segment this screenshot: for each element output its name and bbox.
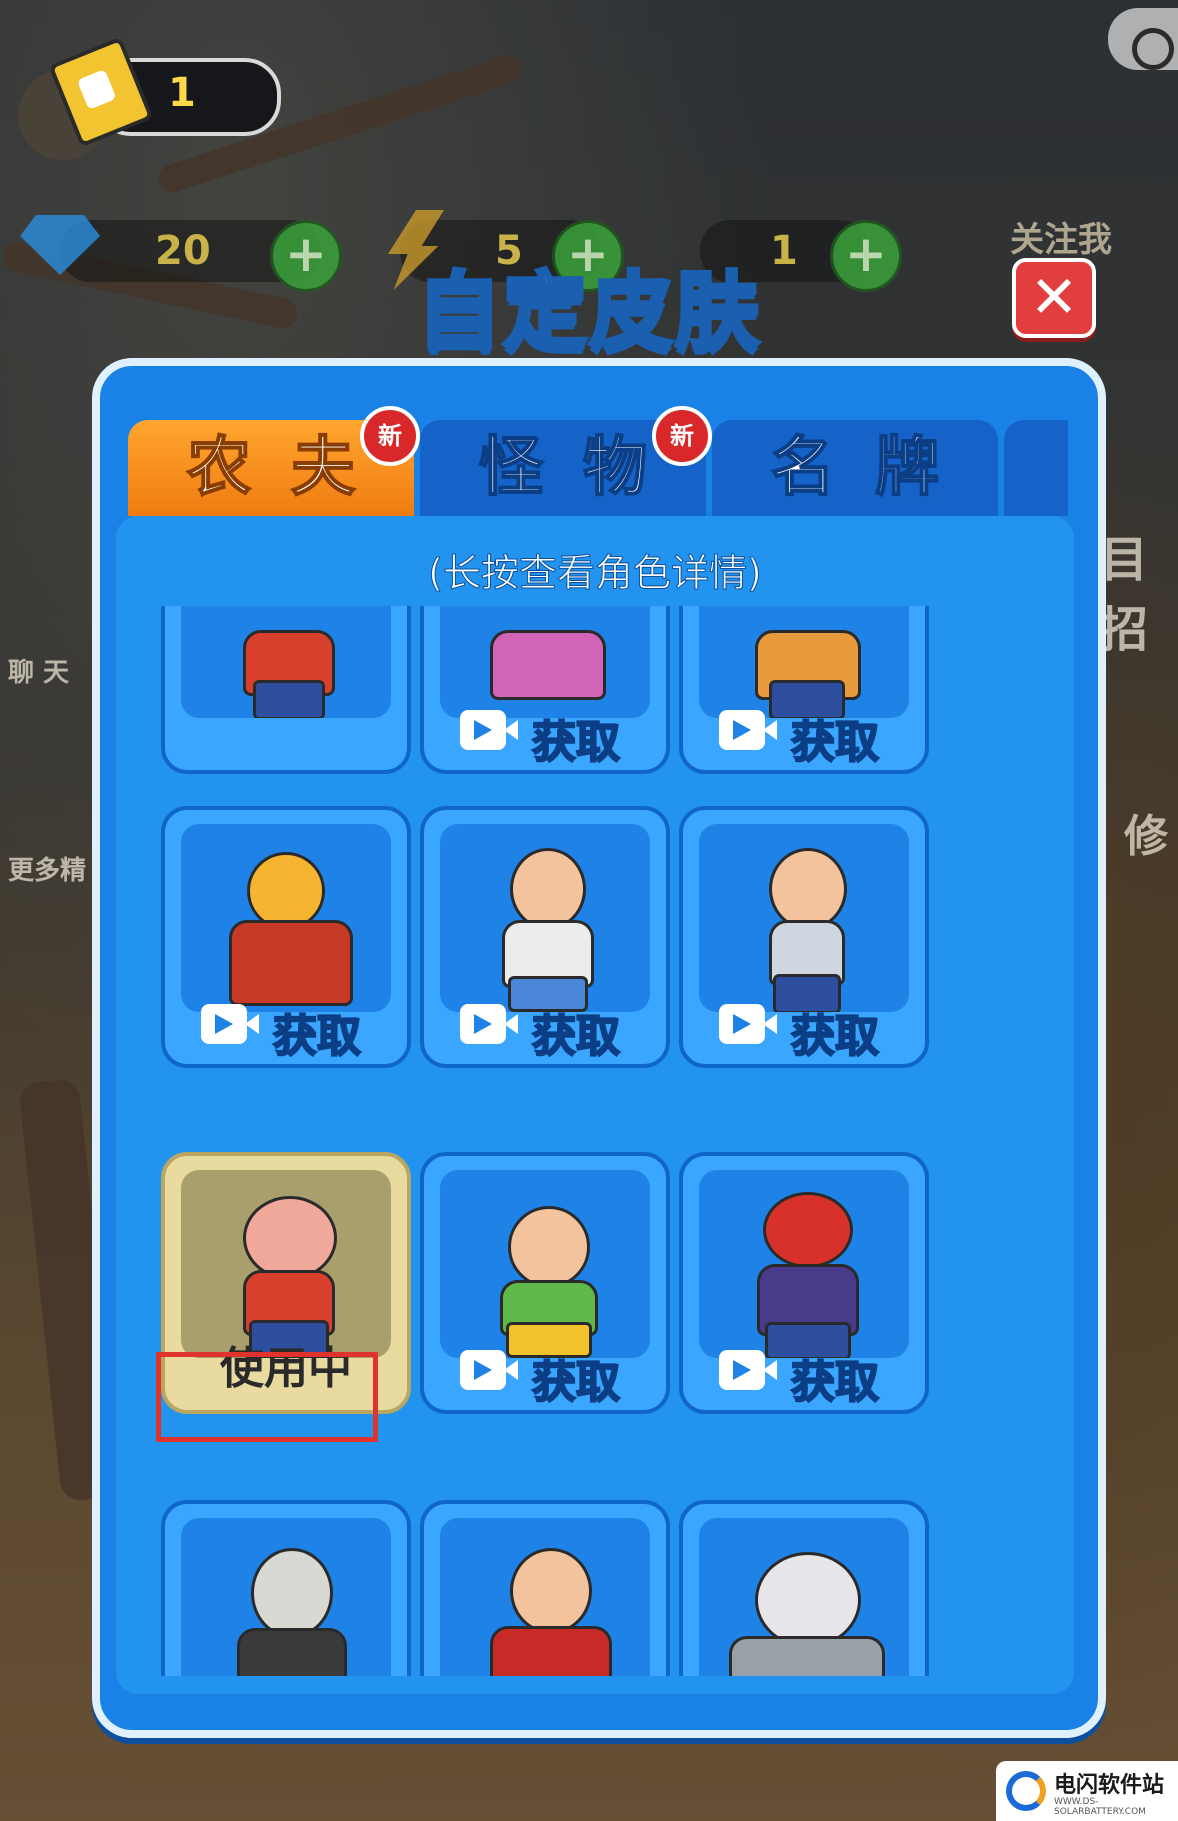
skin-card[interactable]: 获取 xyxy=(420,1152,670,1414)
skin-preview xyxy=(440,1518,650,1676)
skin-card[interactable]: 获取 xyxy=(679,806,929,1068)
close-button[interactable]: ✕ xyxy=(1012,258,1096,338)
video-icon xyxy=(460,710,518,750)
side-menu-label[interactable]: 招 xyxy=(1100,590,1148,660)
skin-preview xyxy=(181,824,391,1012)
ticket-count: 1 xyxy=(168,70,196,116)
skin-preview xyxy=(699,1518,909,1676)
video-icon xyxy=(201,1004,259,1044)
skin-card[interactable] xyxy=(161,1500,411,1676)
new-badge: 新 xyxy=(652,406,712,466)
video-icon xyxy=(719,1004,777,1044)
skin-preview xyxy=(699,824,909,1012)
video-icon xyxy=(460,1004,518,1044)
skin-preview xyxy=(440,824,650,1012)
site-logo-icon xyxy=(1006,1771,1046,1811)
skin-card[interactable] xyxy=(420,1500,670,1676)
skin-card[interactable] xyxy=(161,606,411,774)
side-menu-label[interactable]: 目 xyxy=(1100,520,1148,590)
skin-preview xyxy=(440,1170,650,1358)
skin-grid[interactable]: 获取 获取 获取 获取 获取 使用中 获取 获取 xyxy=(116,606,1074,1676)
category-tabs: 农夫 怪物 名牌 动 新 新 xyxy=(128,402,1068,516)
dialog-title: 自定皮肤 xyxy=(415,261,761,363)
skin-card[interactable] xyxy=(679,1500,929,1676)
skin-card[interactable]: 获取 xyxy=(161,806,411,1068)
tab-nameplate[interactable]: 名牌 xyxy=(712,420,998,516)
side-menu-label[interactable]: 修 xyxy=(1124,800,1168,864)
chat-label[interactable]: 聊 天 xyxy=(8,652,69,689)
skin-preview xyxy=(181,606,391,718)
watermark-name: 电闪软件站 xyxy=(1054,1773,1165,1798)
skin-preview xyxy=(699,1170,909,1358)
skin-panel: 农夫 怪物 名牌 动 新 新 (长按查看角色详情) 获取 xyxy=(92,358,1106,1738)
skin-preview xyxy=(440,606,650,718)
skin-preview xyxy=(181,1518,391,1676)
exit-icon xyxy=(1132,28,1174,70)
skin-preview xyxy=(699,606,909,718)
tab-animation[interactable]: 动 xyxy=(1004,420,1068,516)
skin-card[interactable]: 获取 xyxy=(679,606,929,774)
skin-card[interactable]: 获取 xyxy=(679,1152,929,1414)
long-press-hint: (长按查看角色详情) xyxy=(428,551,763,596)
watermark-domain: WWW.DS-SOLARBATTERY.COM xyxy=(1054,1797,1146,1817)
video-icon xyxy=(460,1350,518,1390)
site-watermark: 电闪软件站 WWW.DS-SOLARBATTERY.COM xyxy=(996,1761,1178,1821)
skin-list-area: (长按查看角色详情) 获取 获取 获取 获取 获取 使用中 获取 获取 xyxy=(116,516,1074,1694)
in-use-highlight-box xyxy=(156,1352,378,1442)
video-icon xyxy=(719,710,777,750)
skin-preview xyxy=(181,1170,391,1358)
new-badge: 新 xyxy=(360,406,420,466)
video-icon xyxy=(719,1350,777,1390)
skin-card[interactable]: 获取 xyxy=(420,806,670,1068)
menu-corner-button[interactable] xyxy=(1108,8,1178,70)
more-games-label[interactable]: 更多精 xyxy=(8,850,86,887)
skin-card[interactable]: 获取 xyxy=(420,606,670,774)
